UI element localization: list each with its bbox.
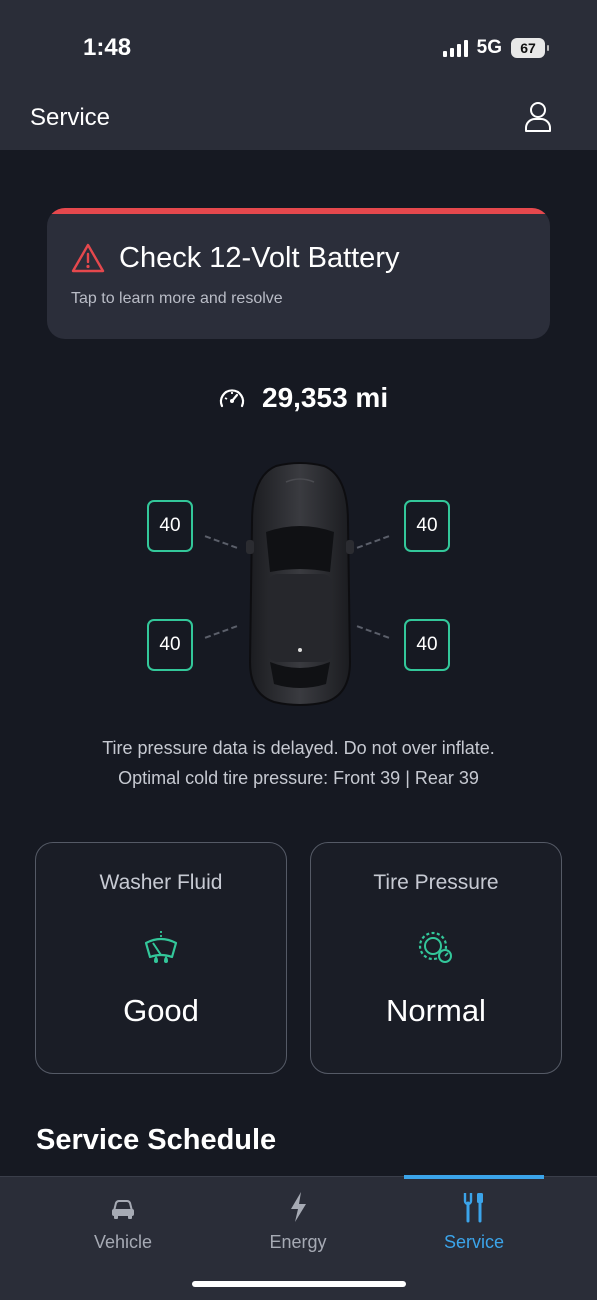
- tire-pressure-icon: [418, 931, 452, 963]
- speedometer-icon: [219, 389, 245, 408]
- tab-energy-label: Energy: [269, 1232, 327, 1252]
- tire-rear-left: 40: [147, 619, 193, 671]
- status-time: 1:48: [83, 34, 132, 61]
- battery-alert-card[interactable]: Check 12-Volt Battery Tap to learn more …: [47, 208, 550, 339]
- warning-icon: [71, 243, 105, 273]
- tire-front-left: 40: [147, 500, 193, 552]
- tools-icon: [463, 1193, 483, 1223]
- profile-button[interactable]: [523, 100, 553, 134]
- tab-energy[interactable]: Energy: [213, 1177, 383, 1267]
- service-schedule-heading: Service Schedule: [36, 1124, 277, 1156]
- washer-fluid-card[interactable]: Washer Fluid Good: [35, 842, 287, 1074]
- odometer: 29,353 mi: [218, 382, 388, 414]
- battery-icon: 67: [511, 38, 549, 58]
- washer-fluid-icon: [144, 931, 178, 963]
- car-icon: [112, 1200, 134, 1219]
- tire-pressure-label: Tire Pressure: [373, 871, 499, 894]
- signal-icon: [442, 39, 468, 57]
- washer-fluid-label: Washer Fluid: [99, 871, 223, 894]
- tire-pressure-card[interactable]: Tire Pressure Normal: [310, 842, 562, 1074]
- profile-icon: [525, 102, 551, 132]
- optimal-pressure-note: Optimal cold tire pressure: Front 39 | R…: [118, 768, 479, 788]
- tire-data-delayed-note: Tire pressure data is delayed. Do not ov…: [102, 738, 495, 758]
- leader-line: [356, 625, 390, 639]
- alert-accent-bar: [47, 208, 550, 214]
- tab-service[interactable]: Service: [389, 1177, 559, 1267]
- tire-rear-right: 40: [404, 619, 450, 671]
- alert-title: Check 12-Volt Battery: [119, 242, 400, 274]
- odometer-value: 29,353 mi: [262, 382, 389, 413]
- lightning-icon: [291, 1192, 306, 1222]
- washer-fluid-value: Good: [123, 993, 199, 1028]
- alert-subtitle: Tap to learn more and resolve: [71, 290, 283, 307]
- page-title: Service: [30, 104, 111, 131]
- leader-line: [204, 625, 238, 639]
- app-header: 1:48 5G 67 Service: [0, 0, 597, 150]
- leader-line: [356, 535, 390, 549]
- car-top-view-image: [246, 462, 354, 706]
- tab-service-label: Service: [443, 1232, 505, 1252]
- tire-pressure-value: Normal: [386, 993, 486, 1028]
- home-indicator[interactable]: [192, 1281, 406, 1287]
- tab-vehicle-label: Vehicle: [93, 1232, 153, 1252]
- tire-front-right: 40: [404, 500, 450, 552]
- tab-vehicle[interactable]: Vehicle: [38, 1177, 208, 1267]
- network-type: 5G: [476, 37, 502, 58]
- leader-line: [204, 535, 238, 549]
- status-indicators: 5G 67: [442, 37, 549, 59]
